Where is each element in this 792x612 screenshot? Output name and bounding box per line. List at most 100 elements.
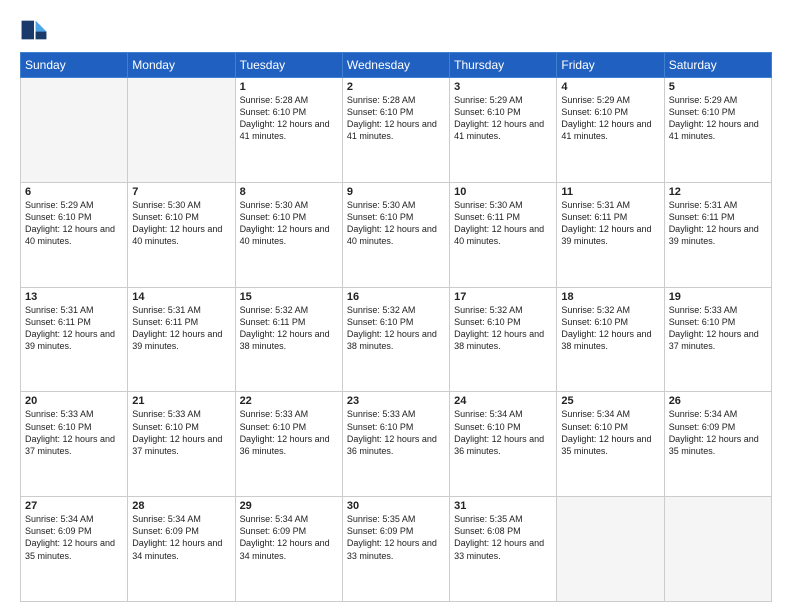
day-number: 7	[132, 186, 230, 198]
calendar-cell: 31Sunrise: 5:35 AMSunset: 6:08 PMDayligh…	[450, 497, 557, 602]
calendar-cell: 30Sunrise: 5:35 AMSunset: 6:09 PMDayligh…	[342, 497, 449, 602]
day-number: 8	[240, 186, 338, 198]
day-number: 4	[561, 81, 659, 93]
calendar-cell	[128, 78, 235, 183]
calendar-cell: 10Sunrise: 5:30 AMSunset: 6:11 PMDayligh…	[450, 182, 557, 287]
day-number: 5	[669, 81, 767, 93]
calendar-cell: 24Sunrise: 5:34 AMSunset: 6:10 PMDayligh…	[450, 392, 557, 497]
calendar-cell: 13Sunrise: 5:31 AMSunset: 6:11 PMDayligh…	[21, 287, 128, 392]
calendar-cell: 6Sunrise: 5:29 AMSunset: 6:10 PMDaylight…	[21, 182, 128, 287]
calendar-header-monday: Monday	[128, 53, 235, 78]
day-number: 15	[240, 291, 338, 303]
calendar-cell	[664, 497, 771, 602]
day-info: Sunrise: 5:28 AMSunset: 6:10 PMDaylight:…	[240, 94, 338, 143]
calendar-cell: 5Sunrise: 5:29 AMSunset: 6:10 PMDaylight…	[664, 78, 771, 183]
day-info: Sunrise: 5:29 AMSunset: 6:10 PMDaylight:…	[561, 94, 659, 143]
calendar-cell: 8Sunrise: 5:30 AMSunset: 6:10 PMDaylight…	[235, 182, 342, 287]
day-number: 22	[240, 395, 338, 407]
day-number: 11	[561, 186, 659, 198]
day-info: Sunrise: 5:34 AMSunset: 6:09 PMDaylight:…	[132, 513, 230, 562]
calendar-cell: 9Sunrise: 5:30 AMSunset: 6:10 PMDaylight…	[342, 182, 449, 287]
calendar-cell: 23Sunrise: 5:33 AMSunset: 6:10 PMDayligh…	[342, 392, 449, 497]
calendar-week-1: 6Sunrise: 5:29 AMSunset: 6:10 PMDaylight…	[21, 182, 772, 287]
day-info: Sunrise: 5:29 AMSunset: 6:10 PMDaylight:…	[669, 94, 767, 143]
calendar-header-saturday: Saturday	[664, 53, 771, 78]
day-info: Sunrise: 5:30 AMSunset: 6:10 PMDaylight:…	[240, 199, 338, 248]
day-info: Sunrise: 5:29 AMSunset: 6:10 PMDaylight:…	[25, 199, 123, 248]
day-info: Sunrise: 5:32 AMSunset: 6:10 PMDaylight:…	[561, 304, 659, 353]
calendar-header-wednesday: Wednesday	[342, 53, 449, 78]
calendar-cell: 20Sunrise: 5:33 AMSunset: 6:10 PMDayligh…	[21, 392, 128, 497]
day-number: 18	[561, 291, 659, 303]
day-info: Sunrise: 5:34 AMSunset: 6:10 PMDaylight:…	[561, 408, 659, 457]
calendar-cell: 27Sunrise: 5:34 AMSunset: 6:09 PMDayligh…	[21, 497, 128, 602]
calendar-cell: 14Sunrise: 5:31 AMSunset: 6:11 PMDayligh…	[128, 287, 235, 392]
day-number: 21	[132, 395, 230, 407]
calendar-cell: 28Sunrise: 5:34 AMSunset: 6:09 PMDayligh…	[128, 497, 235, 602]
day-number: 30	[347, 500, 445, 512]
day-info: Sunrise: 5:32 AMSunset: 6:11 PMDaylight:…	[240, 304, 338, 353]
calendar-week-3: 20Sunrise: 5:33 AMSunset: 6:10 PMDayligh…	[21, 392, 772, 497]
day-number: 17	[454, 291, 552, 303]
calendar-cell: 16Sunrise: 5:32 AMSunset: 6:10 PMDayligh…	[342, 287, 449, 392]
calendar-cell	[557, 497, 664, 602]
calendar-cell: 18Sunrise: 5:32 AMSunset: 6:10 PMDayligh…	[557, 287, 664, 392]
day-info: Sunrise: 5:32 AMSunset: 6:10 PMDaylight:…	[454, 304, 552, 353]
day-number: 29	[240, 500, 338, 512]
day-info: Sunrise: 5:31 AMSunset: 6:11 PMDaylight:…	[561, 199, 659, 248]
calendar-cell: 11Sunrise: 5:31 AMSunset: 6:11 PMDayligh…	[557, 182, 664, 287]
day-number: 10	[454, 186, 552, 198]
calendar-cell	[21, 78, 128, 183]
page: SundayMondayTuesdayWednesdayThursdayFrid…	[0, 0, 792, 612]
calendar-cell: 4Sunrise: 5:29 AMSunset: 6:10 PMDaylight…	[557, 78, 664, 183]
calendar-cell: 2Sunrise: 5:28 AMSunset: 6:10 PMDaylight…	[342, 78, 449, 183]
day-info: Sunrise: 5:30 AMSunset: 6:11 PMDaylight:…	[454, 199, 552, 248]
header	[20, 16, 772, 44]
calendar-header-thursday: Thursday	[450, 53, 557, 78]
day-number: 13	[25, 291, 123, 303]
day-info: Sunrise: 5:29 AMSunset: 6:10 PMDaylight:…	[454, 94, 552, 143]
calendar-header-sunday: Sunday	[21, 53, 128, 78]
day-info: Sunrise: 5:33 AMSunset: 6:10 PMDaylight:…	[25, 408, 123, 457]
calendar-header-friday: Friday	[557, 53, 664, 78]
calendar-table: SundayMondayTuesdayWednesdayThursdayFrid…	[20, 52, 772, 602]
day-number: 1	[240, 81, 338, 93]
day-number: 19	[669, 291, 767, 303]
day-info: Sunrise: 5:31 AMSunset: 6:11 PMDaylight:…	[132, 304, 230, 353]
day-number: 3	[454, 81, 552, 93]
calendar-cell: 17Sunrise: 5:32 AMSunset: 6:10 PMDayligh…	[450, 287, 557, 392]
calendar-header-row: SundayMondayTuesdayWednesdayThursdayFrid…	[21, 53, 772, 78]
calendar-week-2: 13Sunrise: 5:31 AMSunset: 6:11 PMDayligh…	[21, 287, 772, 392]
day-number: 24	[454, 395, 552, 407]
day-info: Sunrise: 5:34 AMSunset: 6:09 PMDaylight:…	[669, 408, 767, 457]
calendar-cell: 21Sunrise: 5:33 AMSunset: 6:10 PMDayligh…	[128, 392, 235, 497]
day-info: Sunrise: 5:34 AMSunset: 6:09 PMDaylight:…	[240, 513, 338, 562]
calendar-cell: 29Sunrise: 5:34 AMSunset: 6:09 PMDayligh…	[235, 497, 342, 602]
day-number: 31	[454, 500, 552, 512]
day-info: Sunrise: 5:33 AMSunset: 6:10 PMDaylight:…	[132, 408, 230, 457]
day-number: 2	[347, 81, 445, 93]
calendar-cell: 1Sunrise: 5:28 AMSunset: 6:10 PMDaylight…	[235, 78, 342, 183]
day-number: 26	[669, 395, 767, 407]
day-number: 27	[25, 500, 123, 512]
day-info: Sunrise: 5:30 AMSunset: 6:10 PMDaylight:…	[132, 199, 230, 248]
calendar-cell: 25Sunrise: 5:34 AMSunset: 6:10 PMDayligh…	[557, 392, 664, 497]
day-number: 14	[132, 291, 230, 303]
day-info: Sunrise: 5:31 AMSunset: 6:11 PMDaylight:…	[25, 304, 123, 353]
day-number: 9	[347, 186, 445, 198]
day-info: Sunrise: 5:35 AMSunset: 6:08 PMDaylight:…	[454, 513, 552, 562]
day-info: Sunrise: 5:30 AMSunset: 6:10 PMDaylight:…	[347, 199, 445, 248]
calendar-cell: 22Sunrise: 5:33 AMSunset: 6:10 PMDayligh…	[235, 392, 342, 497]
day-number: 16	[347, 291, 445, 303]
calendar-cell: 26Sunrise: 5:34 AMSunset: 6:09 PMDayligh…	[664, 392, 771, 497]
day-info: Sunrise: 5:32 AMSunset: 6:10 PMDaylight:…	[347, 304, 445, 353]
day-info: Sunrise: 5:34 AMSunset: 6:10 PMDaylight:…	[454, 408, 552, 457]
day-info: Sunrise: 5:33 AMSunset: 6:10 PMDaylight:…	[669, 304, 767, 353]
day-number: 28	[132, 500, 230, 512]
day-number: 25	[561, 395, 659, 407]
day-number: 23	[347, 395, 445, 407]
day-info: Sunrise: 5:28 AMSunset: 6:10 PMDaylight:…	[347, 94, 445, 143]
calendar-cell: 3Sunrise: 5:29 AMSunset: 6:10 PMDaylight…	[450, 78, 557, 183]
logo	[20, 16, 52, 44]
day-number: 12	[669, 186, 767, 198]
